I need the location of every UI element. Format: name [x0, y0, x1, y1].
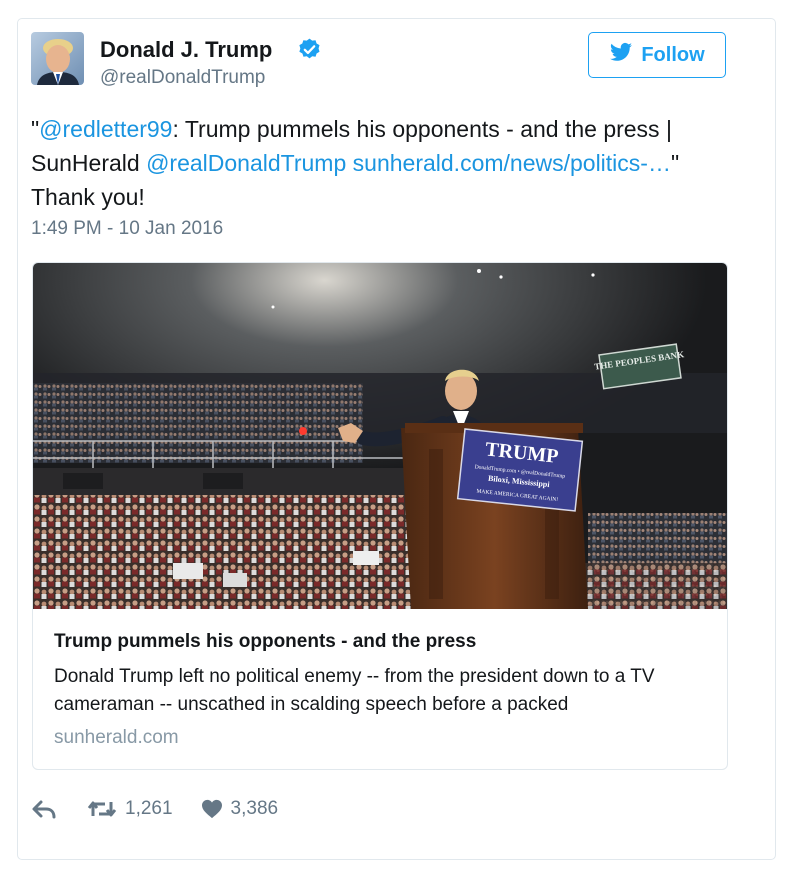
retweet-count: 1,261	[125, 798, 173, 819]
timestamp[interactable]: 1:49 PM - 10 Jan 2016	[31, 218, 223, 240]
mention-link[interactable]: @redletter99	[39, 116, 172, 142]
reply-button[interactable]	[31, 798, 57, 820]
avatar[interactable]	[31, 32, 84, 85]
card-domain: sunherald.com	[54, 727, 179, 748]
author-handle[interactable]: @realDonaldTrump	[100, 66, 265, 90]
like-count: 3,386	[230, 798, 279, 819]
retweet-button[interactable]: 1,261	[87, 798, 173, 820]
close-quote: "	[670, 150, 680, 176]
author-name[interactable]: Donald J. Trump	[100, 36, 272, 64]
like-button[interactable]: 3,386	[201, 798, 279, 820]
retweet-icon	[87, 798, 117, 820]
thank-you-text: Thank you!	[31, 184, 145, 210]
reply-icon	[31, 798, 57, 820]
follow-button[interactable]: Follow	[588, 32, 726, 78]
link-card[interactable]: THE PEOPLES BANK TRUMP DonaldTrump.com •…	[32, 262, 728, 770]
mention-link[interactable]: @realDonaldTrump	[146, 150, 346, 176]
follow-label: Follow	[641, 43, 705, 66]
open-quote: "	[31, 116, 40, 142]
verified-badge-icon	[297, 37, 322, 62]
twitter-bird-icon	[609, 40, 633, 70]
rally-photo: THE PEOPLES BANK TRUMP DonaldTrump.com •…	[33, 263, 727, 609]
card-description: Donald Trump left no political enemy -- …	[54, 666, 655, 715]
tweet-text: "@redletter99: Trump pummels his opponen…	[31, 112, 731, 214]
tweet-actions: 1,261 3,386	[31, 794, 278, 824]
heart-icon	[201, 799, 223, 819]
url-link[interactable]: sunherald.com/news/politics-…	[353, 150, 671, 176]
card-title[interactable]: Trump pummels his opponents - and the pr…	[54, 631, 476, 653]
